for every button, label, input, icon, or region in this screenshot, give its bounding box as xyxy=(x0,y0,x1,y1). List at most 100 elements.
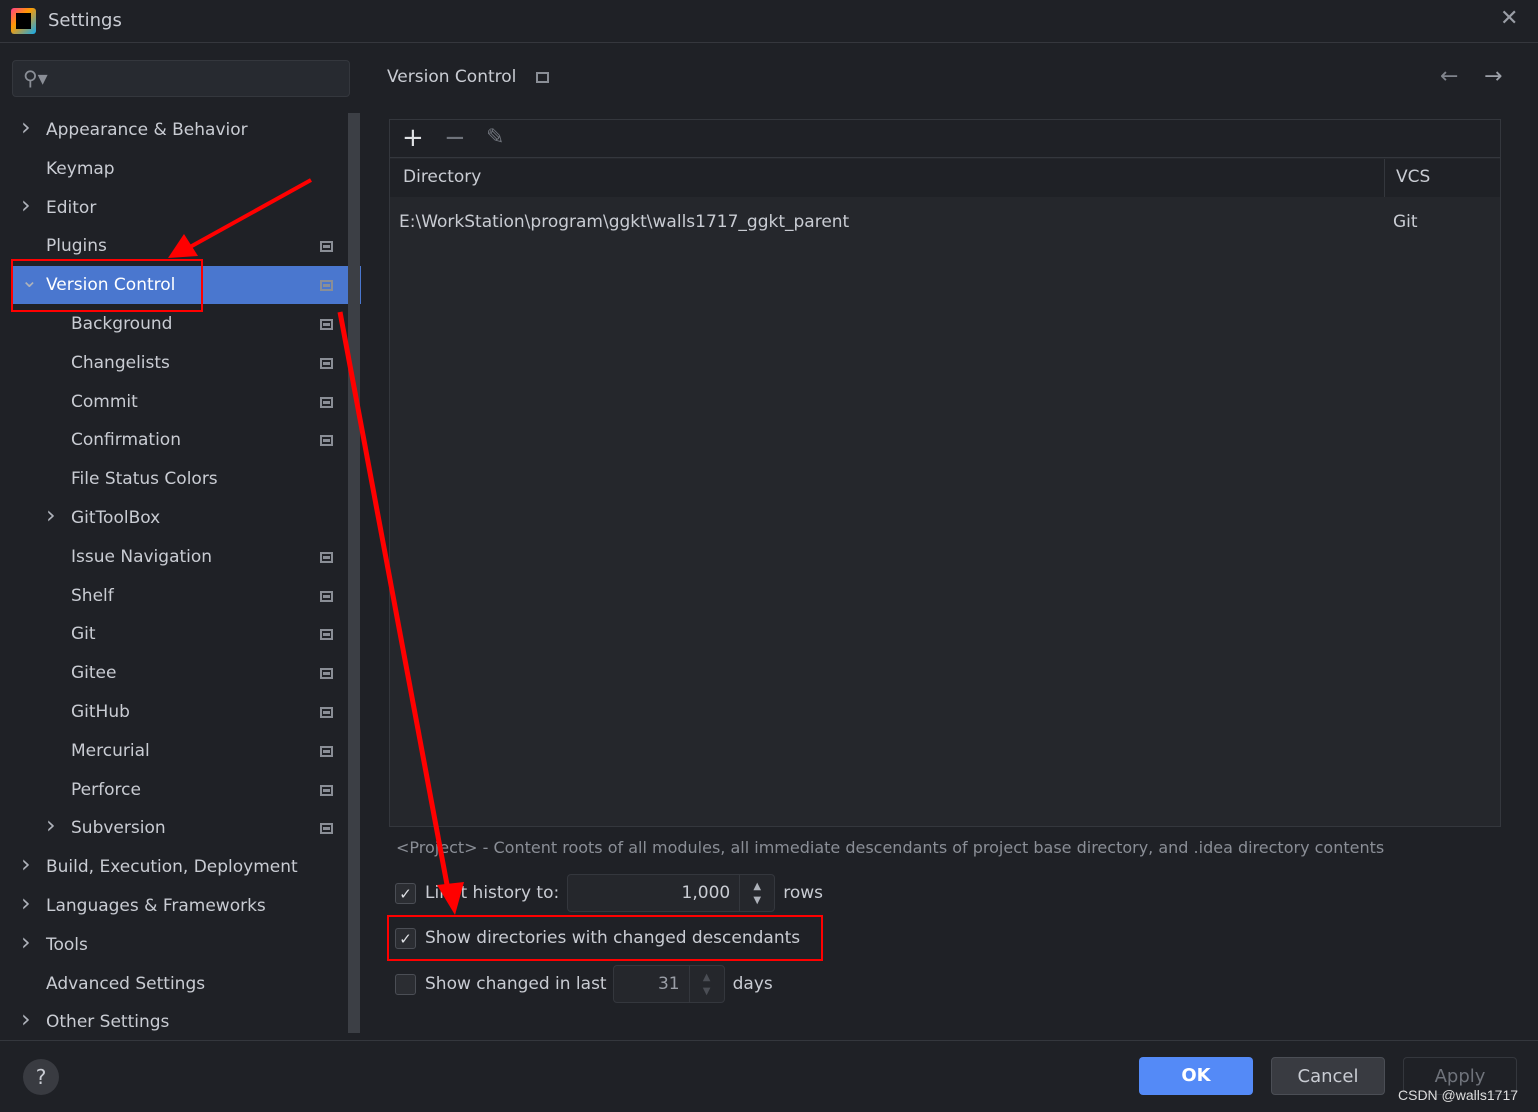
sidebar-item-label: Confirmation xyxy=(71,430,181,451)
sidebar-item-subversion[interactable]: › Subversion xyxy=(12,809,348,847)
sidebar-item-label: Appearance & Behavior xyxy=(46,120,248,140)
window-title: Settings xyxy=(48,10,122,31)
sidebar-item-background[interactable]: Background xyxy=(12,305,348,343)
show-changed-value: 31 xyxy=(657,974,680,994)
watermark: CSDN @walls1717 xyxy=(1398,1087,1519,1103)
project-scope-icon xyxy=(320,784,333,796)
back-arrow-icon[interactable]: ← xyxy=(1440,64,1458,89)
sidebar-item-github[interactable]: GitHub xyxy=(12,693,348,731)
show-directories-row: ✓ Show directories with changed descenda… xyxy=(395,921,800,955)
sidebar-item-confirmation[interactable]: Confirmation xyxy=(12,421,348,459)
sidebar-item-label: Shelf xyxy=(71,585,114,606)
sidebar-item-label: GitToolBox xyxy=(71,508,161,528)
sidebar-item-label: Plugins xyxy=(46,236,107,257)
cancel-button[interactable]: Cancel xyxy=(1271,1057,1385,1095)
spinner-arrows-icon[interactable]: ▲ ▼ xyxy=(739,875,774,911)
sidebar-item-label: Editor xyxy=(46,197,97,218)
title-bar: Settings ✕ xyxy=(0,0,1538,43)
chevron-right-icon[interactable]: › xyxy=(21,928,31,956)
vcs-mappings-table: + − ✎ Directory VCS E:\WorkStation\progr… xyxy=(389,119,1501,827)
show-changed-checkbox[interactable] xyxy=(395,973,416,995)
ok-button[interactable]: OK xyxy=(1139,1057,1253,1095)
chevron-right-icon[interactable]: › xyxy=(21,850,31,878)
days-label: days xyxy=(732,974,773,994)
close-icon[interactable]: ✕ xyxy=(1500,6,1518,31)
rows-label: rows xyxy=(783,883,823,903)
sidebar-item-perforce[interactable]: Perforce xyxy=(12,771,348,809)
sidebar-item-label: Issue Navigation xyxy=(71,546,213,567)
sidebar-item-label: Other Settings xyxy=(46,1012,170,1033)
sidebar-item-changelists[interactable]: Changelists xyxy=(12,344,348,382)
page-title: Version Control xyxy=(387,67,549,87)
sidebar-item-other-settings[interactable]: › Other Settings xyxy=(12,1003,348,1041)
chevron-right-icon[interactable]: › xyxy=(21,889,31,917)
project-scope-icon xyxy=(320,590,333,602)
project-scope-icon xyxy=(320,396,333,408)
directory-cell: E:\WorkStation\program\ggkt\walls1717_gg… xyxy=(399,212,850,232)
settings-search-input[interactable]: ⚲▾ xyxy=(12,60,350,97)
sidebar-item-label: Commit xyxy=(71,391,138,412)
chevron-right-icon[interactable]: › xyxy=(21,191,31,219)
chevron-right-icon[interactable]: › xyxy=(21,113,31,141)
sidebar-item-advanced-settings[interactable]: Advanced Settings xyxy=(12,965,348,1003)
sidebar-item-gitee[interactable]: Gitee xyxy=(12,654,348,692)
remove-icon[interactable]: − xyxy=(444,123,466,153)
sidebar-item-version-control[interactable]: ⌄ Version Control xyxy=(12,266,361,305)
chevron-right-icon[interactable]: › xyxy=(46,811,56,839)
sidebar-item-label: Build, Execution, Deployment xyxy=(46,857,298,878)
column-divider xyxy=(1384,159,1385,197)
sidebar-item-label: File Status Colors xyxy=(71,469,218,490)
add-icon[interactable]: + xyxy=(402,123,424,153)
sidebar-item-build-execution-deployment[interactable]: › Build, Execution, Deployment xyxy=(12,848,348,886)
sidebar-item-tools[interactable]: › Tools xyxy=(12,926,348,964)
sidebar-scrollbar[interactable] xyxy=(348,113,360,1033)
limit-history-row: ✓ Limit history to: 1,000 ▲ ▼ rows xyxy=(395,874,823,912)
forward-arrow-icon[interactable]: → xyxy=(1484,64,1502,89)
show-changed-spinner[interactable]: 31 ▲ ▼ xyxy=(612,965,725,1003)
sidebar-item-label: Perforce xyxy=(71,779,141,800)
sidebar-item-plugins[interactable]: Plugins xyxy=(12,227,348,265)
sidebar-item-label: Changelists xyxy=(71,352,170,373)
help-button[interactable]: ? xyxy=(23,1059,59,1095)
project-scope-icon xyxy=(320,707,333,718)
sidebar-item-appearance-behavior[interactable]: › Appearance & Behavior xyxy=(12,111,348,149)
sidebar-item-label: Git xyxy=(71,624,96,645)
project-scope-icon xyxy=(535,71,549,83)
sidebar-item-label: Tools xyxy=(46,934,88,955)
show-directories-label: Show directories with changed descendant… xyxy=(425,928,801,948)
sidebar-item-editor[interactable]: › Editor xyxy=(12,189,348,227)
sidebar-item-label: Subversion xyxy=(71,818,166,839)
project-scope-icon xyxy=(320,629,333,641)
sidebar-item-issue-navigation[interactable]: Issue Navigation xyxy=(12,538,348,576)
project-scope-icon xyxy=(320,280,333,292)
sidebar-item-mercurial[interactable]: Mercurial xyxy=(12,732,348,770)
show-changed-label: Show changed in last xyxy=(425,974,607,994)
spinner-arrows-icon[interactable]: ▲ ▼ xyxy=(688,966,724,1002)
sidebar-item-label: GitHub xyxy=(71,702,130,722)
limit-history-checkbox[interactable]: ✓ xyxy=(395,882,416,904)
show-directories-checkbox[interactable]: ✓ xyxy=(395,927,416,949)
sidebar-item-label: Mercurial xyxy=(71,740,150,761)
column-header-directory[interactable]: Directory xyxy=(403,167,481,187)
sidebar-item-git[interactable]: Git xyxy=(12,615,348,653)
chevron-down-icon[interactable]: ⌄ xyxy=(21,268,38,292)
sidebar-item-file-status-colors[interactable]: File Status Colors xyxy=(12,460,348,498)
sidebar-item-languages-frameworks[interactable]: › Languages & Frameworks xyxy=(12,887,348,925)
edit-pencil-icon[interactable]: ✎ xyxy=(486,125,504,150)
sidebar-item-shelf[interactable]: Shelf xyxy=(12,577,348,615)
sidebar-item-label: Keymap xyxy=(46,158,115,179)
chevron-right-icon[interactable]: › xyxy=(21,1005,31,1033)
limit-history-spinner[interactable]: 1,000 ▲ ▼ xyxy=(567,874,776,912)
project-scope-icon xyxy=(320,823,333,835)
chevron-right-icon[interactable]: › xyxy=(46,501,56,529)
sidebar-item-commit[interactable]: Commit xyxy=(12,383,348,421)
intellij-logo-icon xyxy=(11,8,36,34)
project-scope-icon xyxy=(320,435,333,447)
sidebar-item-gittoolbox[interactable]: › GitToolBox xyxy=(12,499,348,537)
limit-history-value: 1,000 xyxy=(681,883,731,903)
sidebar-item-keymap[interactable]: Keymap xyxy=(12,150,348,188)
project-scope-icon xyxy=(320,241,333,253)
sidebar-item-label: Languages & Frameworks xyxy=(46,896,266,916)
limit-history-label: Limit history to: xyxy=(425,883,560,903)
column-header-vcs[interactable]: VCS xyxy=(1396,167,1430,187)
